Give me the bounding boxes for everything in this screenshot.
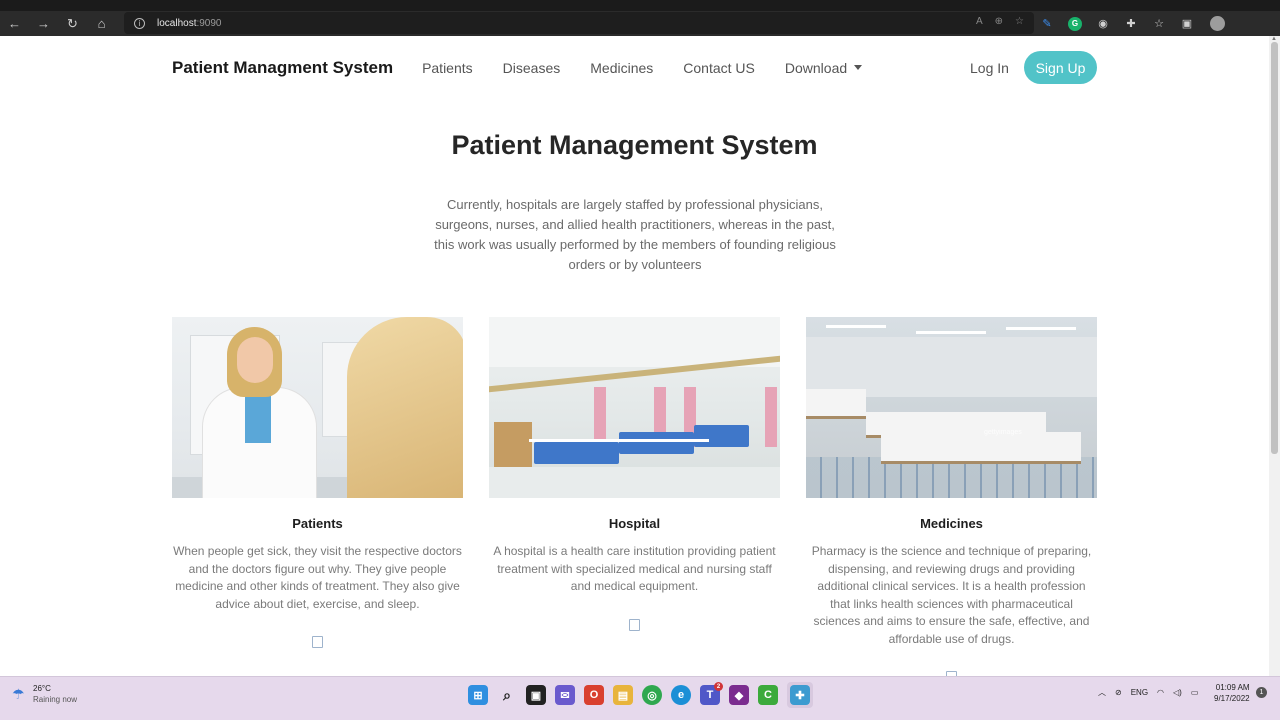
wifi-icon[interactable]: ◠: [1157, 688, 1164, 697]
card-title: Patients: [292, 516, 343, 531]
chevron-up-icon[interactable]: ︿: [1098, 687, 1106, 698]
teams-icon[interactable]: T2: [700, 682, 723, 705]
scroll-thumb[interactable]: [1271, 42, 1278, 454]
nav-link-diseases[interactable]: Diseases: [503, 60, 561, 76]
card-title: Medicines: [920, 516, 983, 531]
intellij-icon[interactable]: C: [758, 685, 778, 705]
active-app-icon[interactable]: ✚: [787, 682, 813, 708]
language-indicator[interactable]: ENG: [1131, 688, 1148, 697]
extension-pen-icon[interactable]: ✎: [1040, 17, 1054, 31]
card-patients: Patients When people get sick, they visi…: [172, 317, 463, 648]
teams-badge: 2: [714, 682, 723, 691]
site-brand[interactable]: Patient Managment System: [172, 58, 393, 78]
hero-description: Currently, hospitals are largely staffed…: [434, 197, 836, 272]
nav-link-contact[interactable]: Contact US: [683, 60, 755, 76]
back-arrow-icon[interactable]: ←: [0, 11, 29, 36]
hospital-ward-image: [489, 317, 780, 498]
chrome-icon[interactable]: ◎: [642, 685, 662, 705]
clock-date: 9/17/2022: [1214, 694, 1250, 703]
card-hospital: Hospital A hospital is a health care ins…: [489, 317, 780, 631]
signup-button[interactable]: Sign Up: [1024, 51, 1097, 84]
start-windows-icon[interactable]: ⊞: [468, 685, 488, 705]
url-port: :9090: [196, 17, 222, 29]
clock-time: 01:09 AM: [1215, 683, 1250, 692]
app-icon[interactable]: ◆: [729, 685, 749, 705]
forward-arrow-icon[interactable]: →: [29, 11, 58, 36]
chat-icon[interactable]: ✉: [555, 685, 575, 705]
stock-watermark: gettyimages: [984, 429, 1022, 436]
card-text: A hospital is a health care institution …: [493, 544, 776, 593]
task-view-icon[interactable]: ▣: [526, 685, 546, 705]
nav-link-medicines[interactable]: Medicines: [590, 60, 653, 76]
office-icon[interactable]: O: [584, 685, 604, 705]
battery-icon[interactable]: ▭: [1191, 688, 1199, 697]
system-clock[interactable]: 01:09 AM 9/17/2022: [1214, 682, 1250, 704]
card-title: Hospital: [608, 516, 661, 531]
card-text: When people get sick, they visit the res…: [173, 544, 462, 611]
card-link-icon[interactable]: [629, 618, 640, 631]
card-medicines: gettyimages Medicines Pharmacy is the sc…: [806, 317, 1097, 676]
address-bar[interactable]: i localhost:9090 A ⊕ ☆: [124, 12, 1034, 34]
download-label: Download: [784, 60, 848, 76]
site-navbar: Patient Managment System Patients Diseas…: [172, 36, 1098, 100]
hero-title: Patient Management System: [451, 130, 818, 160]
weather-temperature: 26°C: [33, 684, 51, 693]
refresh-icon[interactable]: ↻: [58, 11, 87, 36]
windows-taskbar: ☂ 26°C Raining now ⊞ ⌕ ▣ ✉ O ▤ ◎ e T2 ◆ …: [0, 676, 1280, 720]
antivirus-icon[interactable]: ⊘: [1115, 688, 1122, 697]
read-aloud-icon[interactable]: A: [976, 16, 983, 27]
notification-icon[interactable]: 1: [1256, 687, 1267, 698]
extensions-puzzle-icon[interactable]: ✚: [1124, 17, 1138, 31]
card-text: Pharmacy is the science and technique of…: [811, 544, 1092, 646]
profile-avatar-icon[interactable]: [1210, 16, 1225, 31]
caret-down-icon: [854, 65, 863, 70]
site-info-icon[interactable]: i: [134, 17, 145, 29]
laboratory-image: gettyimages: [806, 317, 1097, 498]
file-explorer-icon[interactable]: ▤: [613, 685, 633, 705]
camera-icon[interactable]: ◉: [1096, 17, 1110, 31]
doctor-consultation-image: [172, 317, 463, 498]
card-link-icon[interactable]: [312, 636, 323, 648]
collections-icon[interactable]: ▣: [1180, 17, 1194, 31]
weather-condition: Raining now: [33, 695, 78, 704]
page-scrollbar[interactable]: ▲: [1269, 36, 1280, 676]
edge-icon[interactable]: e: [671, 685, 691, 705]
address-url: localhost:9090: [157, 18, 222, 29]
login-link[interactable]: Log In: [970, 60, 1009, 76]
rain-cloud-icon: ☂: [12, 686, 25, 702]
home-icon[interactable]: ⌂: [87, 11, 116, 36]
system-tray: ︿ ⊘ ENG ◠ ◁) ▭: [1098, 687, 1198, 698]
grammarly-icon[interactable]: G: [1068, 16, 1082, 31]
url-host: localhost: [157, 17, 197, 29]
nav-dropdown-download[interactable]: Download: [784, 60, 863, 76]
weather-widget[interactable]: ☂ 26°C Raining now: [12, 684, 77, 704]
favorite-star-icon[interactable]: ☆: [1015, 16, 1024, 27]
web-page: Patient Managment System Patients Diseas…: [0, 36, 1280, 676]
volume-icon[interactable]: ◁): [1173, 688, 1182, 697]
favorites-icon[interactable]: ☆: [1152, 17, 1166, 31]
nav-link-patients[interactable]: Patients: [422, 60, 473, 76]
zoom-icon[interactable]: ⊕: [995, 16, 1003, 27]
search-icon[interactable]: ⌕: [497, 685, 517, 705]
window-top-strip: [0, 0, 1280, 11]
